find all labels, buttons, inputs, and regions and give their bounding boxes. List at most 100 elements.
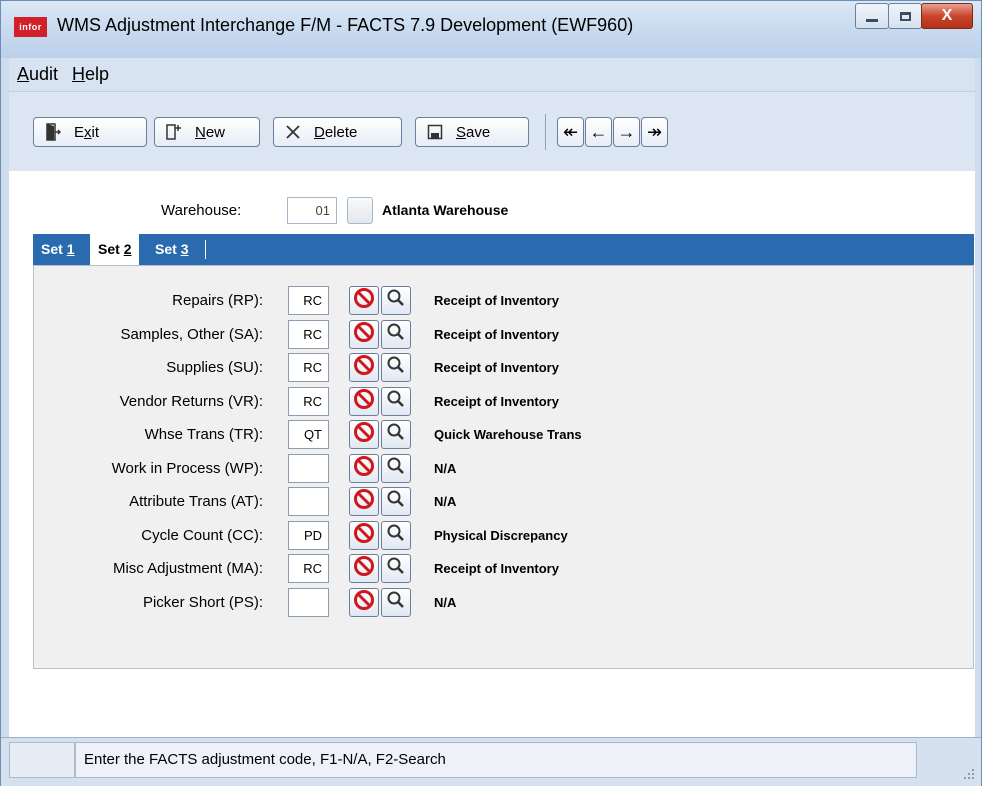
- na-button[interactable]: [349, 353, 379, 382]
- na-button[interactable]: [349, 487, 379, 516]
- main-content: Warehouse: 01 Atlanta Warehouse Set 1 Se…: [9, 171, 975, 737]
- na-button[interactable]: [349, 587, 379, 617]
- code-row: Picker Short (PS): N/A: [34, 587, 973, 618]
- search-button[interactable]: [381, 554, 411, 583]
- warehouse-lookup-button[interactable]: [347, 197, 373, 224]
- adjustment-code-input[interactable]: [288, 587, 329, 617]
- first-record-button[interactable]: ↞: [557, 117, 584, 147]
- na-button[interactable]: [349, 520, 379, 550]
- code-row-label: Attribute Trans (AT):: [129, 493, 263, 510]
- code-description: N/A: [434, 594, 457, 610]
- search-button[interactable]: [381, 520, 411, 550]
- window-title: WMS Adjustment Interchange F/M - FACTS 7…: [57, 15, 634, 35]
- no-entry-icon: [353, 589, 375, 616]
- search-button[interactable]: [381, 420, 411, 449]
- prev-record-button[interactable]: ←: [585, 117, 612, 147]
- magnifier-icon: [386, 489, 406, 514]
- search-button[interactable]: [381, 487, 411, 516]
- code-row: Misc Adjustment (MA): RC Receipt of Invent…: [34, 554, 973, 584]
- menu-audit[interactable]: Audit: [17, 64, 58, 85]
- search-button[interactable]: [381, 587, 411, 617]
- adjustment-code-input[interactable]: RC: [288, 353, 329, 382]
- resize-grip-icon[interactable]: [963, 768, 975, 780]
- menu-audit-label: udit: [29, 64, 59, 84]
- close-button[interactable]: X: [921, 3, 973, 29]
- na-button[interactable]: [349, 286, 379, 315]
- menu-audit-hotkey: A: [17, 64, 30, 84]
- save-disk-icon: [424, 124, 446, 140]
- code-description: Receipt of Inventory: [434, 326, 559, 342]
- code-row-label: Cycle Count (CC):: [141, 526, 263, 544]
- save-label: Save: [456, 123, 491, 141]
- na-button[interactable]: [349, 453, 379, 483]
- adjustment-code-input[interactable]: PD: [288, 520, 329, 550]
- codes-panel: Repairs (RP): RC Receipt of Inventory Sampl…: [33, 265, 974, 669]
- adjustment-code-input[interactable]: QT: [288, 420, 329, 449]
- next-record-button[interactable]: →: [613, 117, 640, 147]
- code-description: Physical Discrepancy: [434, 527, 568, 543]
- tab-set-1[interactable]: Set 1: [33, 234, 82, 265]
- search-button[interactable]: [381, 353, 411, 382]
- adjustment-code-input[interactable]: RC: [288, 554, 329, 583]
- code-row-label: Supplies (SU):: [166, 359, 263, 376]
- menu-help[interactable]: Help: [72, 64, 109, 85]
- adjustment-code-input[interactable]: RC: [288, 286, 329, 315]
- maximize-icon: [899, 11, 911, 21]
- na-button[interactable]: [349, 319, 379, 349]
- new-button[interactable]: New: [154, 117, 260, 147]
- app-window: infor WMS Adjustment Interchange F/M - F…: [0, 0, 982, 786]
- no-entry-icon: [353, 421, 375, 448]
- magnifier-icon: [386, 590, 406, 615]
- search-button[interactable]: [381, 286, 411, 315]
- search-button[interactable]: [381, 386, 411, 416]
- status-indicator: [9, 742, 75, 778]
- warehouse-description: Atlanta Warehouse: [382, 202, 509, 218]
- maximize-button[interactable]: [888, 3, 922, 29]
- magnifier-icon: [386, 422, 406, 447]
- code-row: Whse Trans (TR): QT Quick Warehouse Trans: [34, 420, 973, 450]
- magnifier-icon: [386, 288, 406, 313]
- na-button[interactable]: [349, 420, 379, 449]
- no-entry-icon: [353, 321, 375, 348]
- adjustment-code-input[interactable]: RC: [288, 319, 329, 349]
- save-button[interactable]: Save: [415, 117, 529, 147]
- adjustment-code-input[interactable]: RC: [288, 386, 329, 416]
- code-row: Cycle Count (CC): PD Physical Discrepancy: [34, 520, 973, 551]
- last-record-icon: ↠: [646, 121, 663, 142]
- tab-bar: Set 1 Set 2 Set 3: [33, 234, 974, 267]
- menu-help-hotkey: H: [72, 64, 86, 84]
- magnifier-icon: [386, 355, 406, 380]
- infor-logo: infor: [14, 17, 47, 37]
- code-row-label: Whse Trans (TR):: [144, 426, 263, 443]
- code-row-label: Work in Process (WP):: [111, 459, 263, 477]
- code-row: Samples, Other (SA): RC Receipt of Invento…: [34, 319, 973, 350]
- exit-label: Exit: [74, 123, 100, 141]
- prev-record-icon: ←: [589, 121, 608, 142]
- code-description: Receipt of Inventory: [434, 360, 559, 375]
- tab-set-3[interactable]: Set 3: [147, 234, 196, 265]
- na-button[interactable]: [349, 386, 379, 416]
- no-entry-icon: [353, 287, 375, 314]
- last-record-button[interactable]: ↠: [641, 117, 668, 147]
- code-row: Vendor Returns (VR): RC Receipt of Invento…: [34, 386, 973, 417]
- code-row-label: Samples, Other (SA):: [120, 325, 263, 343]
- search-button[interactable]: [381, 319, 411, 349]
- title-bar[interactable]: infor WMS Adjustment Interchange F/M - F…: [1, 1, 981, 58]
- minimize-button[interactable]: [855, 3, 889, 29]
- code-row: Repairs (RP): RC Receipt of Inventory: [34, 286, 973, 316]
- no-entry-icon: [353, 354, 375, 381]
- adjustment-code-input[interactable]: [288, 487, 329, 516]
- exit-button[interactable]: Exit: [33, 117, 147, 147]
- magnifier-icon: [386, 556, 406, 581]
- tab-set-2[interactable]: Set 2: [90, 234, 140, 267]
- code-row: Attribute Trans (AT): N/A: [34, 487, 973, 517]
- code-row-label: Misc Adjustment (MA):: [112, 560, 263, 577]
- no-entry-icon: [353, 455, 375, 482]
- magnifier-icon: [386, 523, 406, 548]
- search-button[interactable]: [381, 453, 411, 483]
- warehouse-field[interactable]: 01: [287, 197, 337, 224]
- na-button[interactable]: [349, 554, 379, 583]
- toolbar: Exit New Delete Save ↞ ← → ↠: [9, 91, 975, 172]
- delete-button[interactable]: Delete: [273, 117, 402, 147]
- adjustment-code-input[interactable]: [288, 453, 329, 483]
